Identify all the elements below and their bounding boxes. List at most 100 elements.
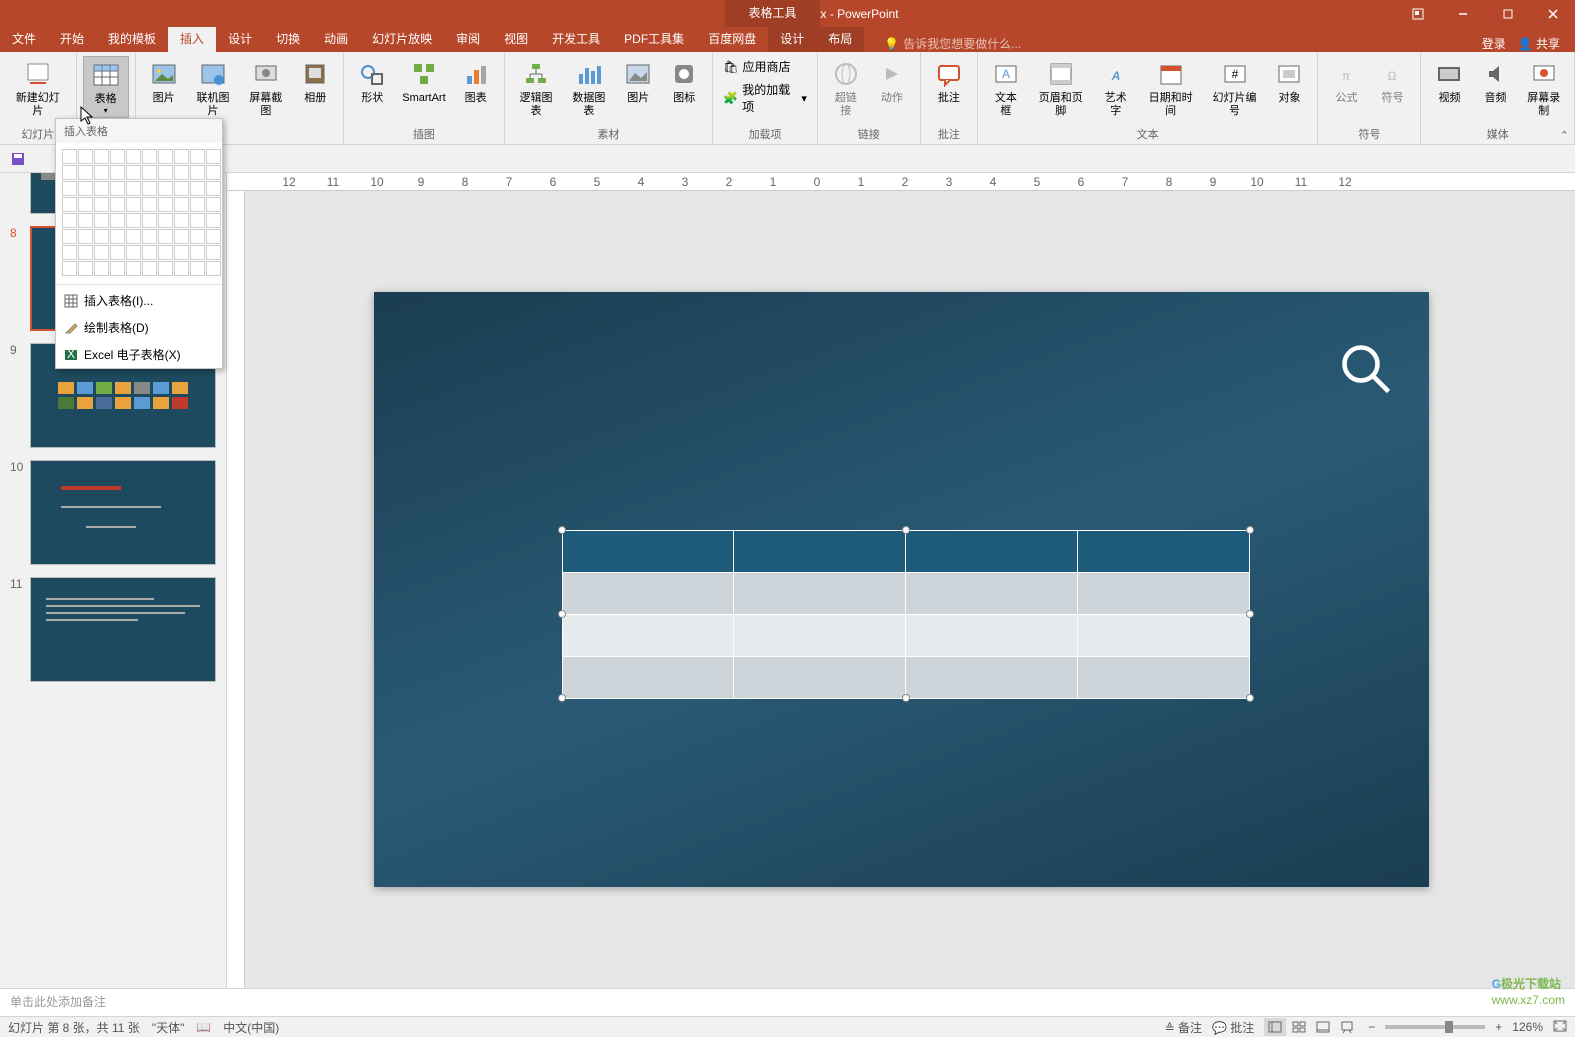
table-grid-cell[interactable] <box>174 181 189 196</box>
table-grid-cell[interactable] <box>190 181 205 196</box>
table-size-grid[interactable] <box>56 143 222 282</box>
comment-button[interactable]: 批注 <box>927 56 971 107</box>
table-grid-cell[interactable] <box>126 181 141 196</box>
table-grid-cell[interactable] <box>78 229 93 244</box>
sorter-view-button[interactable] <box>1288 1018 1310 1036</box>
table-grid-cell[interactable] <box>206 181 221 196</box>
table-grid-cell[interactable] <box>142 245 157 260</box>
table-grid-cell[interactable] <box>190 213 205 228</box>
table-grid-cell[interactable] <box>142 197 157 212</box>
table-grid-cell[interactable] <box>142 261 157 276</box>
new-slide-button[interactable]: 新建幻灯片 <box>6 56 70 120</box>
table-grid-cell[interactable] <box>206 229 221 244</box>
table-grid-cell[interactable] <box>174 165 189 180</box>
table-grid-cell[interactable] <box>94 229 109 244</box>
table-grid-cell[interactable] <box>206 245 221 260</box>
table-grid-cell[interactable] <box>78 261 93 276</box>
video-button[interactable]: 视频 <box>1427 56 1471 107</box>
tell-me-search[interactable]: 💡 告诉我您想要做什么... <box>884 35 1021 52</box>
slideshow-view-button[interactable] <box>1336 1018 1358 1036</box>
comments-toggle[interactable]: 💬 批注 <box>1212 1019 1254 1036</box>
symbol-button[interactable]: Ω符号 <box>1370 56 1414 107</box>
online-picture-button[interactable]: 联机图片 <box>188 56 239 120</box>
header-footer-button[interactable]: 页眉和页脚 <box>1030 56 1092 120</box>
table-grid-cell[interactable] <box>206 165 221 180</box>
zoom-level[interactable]: 126% <box>1512 1020 1543 1034</box>
table-grid-cell[interactable] <box>142 229 157 244</box>
data-chart-button[interactable]: 数据图表 <box>563 56 614 120</box>
thumbnail-10[interactable]: 10 <box>0 454 226 571</box>
table-grid-cell[interactable] <box>78 197 93 212</box>
equation-button[interactable]: π公式 <box>1324 56 1368 107</box>
table-grid-cell[interactable] <box>142 165 157 180</box>
table-grid-cell[interactable] <box>94 261 109 276</box>
collapse-ribbon-button[interactable]: ⌃ <box>1560 129 1569 142</box>
table-grid-cell[interactable] <box>126 165 141 180</box>
table-grid-cell[interactable] <box>158 149 173 164</box>
tab-table-layout[interactable]: 布局 <box>816 27 864 52</box>
tab-baidu[interactable]: 百度网盘 <box>696 27 768 52</box>
table-grid-cell[interactable] <box>62 229 77 244</box>
notes-toggle[interactable]: ≙ 备注 <box>1165 1019 1202 1036</box>
table-grid-cell[interactable] <box>206 213 221 228</box>
table-grid-cell[interactable] <box>126 261 141 276</box>
app-store-button[interactable]: 🛍应用商店 <box>719 56 811 77</box>
table-grid-cell[interactable] <box>94 245 109 260</box>
table-grid-cell[interactable] <box>158 229 173 244</box>
table-grid-cell[interactable] <box>110 245 125 260</box>
table-grid-cell[interactable] <box>110 229 125 244</box>
tab-transitions[interactable]: 切换 <box>264 27 312 52</box>
table-grid-cell[interactable] <box>190 245 205 260</box>
logic-chart-button[interactable]: 逻辑图表 <box>511 56 562 120</box>
table-grid-cell[interactable] <box>174 149 189 164</box>
tab-file[interactable]: 文件 <box>0 27 48 52</box>
table-grid-cell[interactable] <box>158 181 173 196</box>
table-grid-cell[interactable] <box>158 197 173 212</box>
selection-handle[interactable] <box>558 610 566 618</box>
table-grid-cell[interactable] <box>174 229 189 244</box>
photo-album-button[interactable]: 相册 <box>293 56 337 107</box>
table-grid-cell[interactable] <box>190 197 205 212</box>
table-grid-cell[interactable] <box>62 213 77 228</box>
tab-developer[interactable]: 开发工具 <box>540 27 612 52</box>
table-grid-cell[interactable] <box>174 261 189 276</box>
inserted-table[interactable] <box>562 530 1250 699</box>
table-grid-cell[interactable] <box>126 213 141 228</box>
selection-handle[interactable] <box>1246 526 1254 534</box>
tab-home[interactable]: 开始 <box>48 27 96 52</box>
table-grid-cell[interactable] <box>158 245 173 260</box>
table-grid-cell[interactable] <box>94 149 109 164</box>
table-grid-cell[interactable] <box>110 149 125 164</box>
selection-handle[interactable] <box>1246 610 1254 618</box>
textbox-button[interactable]: A文本框 <box>984 56 1028 120</box>
table-grid-cell[interactable] <box>190 229 205 244</box>
table-grid-cell[interactable] <box>110 197 125 212</box>
thumbnail-11[interactable]: 11 <box>0 571 226 688</box>
selection-handle[interactable] <box>558 694 566 702</box>
table-grid-cell[interactable] <box>126 245 141 260</box>
table-grid-cell[interactable] <box>126 149 141 164</box>
selection-handle[interactable] <box>902 694 910 702</box>
table-grid-cell[interactable] <box>190 165 205 180</box>
notes-pane[interactable]: 单击此处添加备注 <box>0 988 1575 1016</box>
table-grid-cell[interactable] <box>94 165 109 180</box>
picture-button[interactable]: 图片 <box>142 56 186 107</box>
tab-review[interactable]: 审阅 <box>444 27 492 52</box>
table-grid-cell[interactable] <box>110 213 125 228</box>
table-grid-cell[interactable] <box>110 165 125 180</box>
fit-to-window-button[interactable] <box>1553 1020 1567 1035</box>
table-grid-cell[interactable] <box>94 213 109 228</box>
shapes-button[interactable]: 形状 <box>350 56 394 107</box>
table-grid-cell[interactable] <box>190 261 205 276</box>
tab-insert[interactable]: 插入 <box>168 27 216 52</box>
table-grid-cell[interactable] <box>94 181 109 196</box>
table-grid-cell[interactable] <box>62 165 77 180</box>
spell-check-icon[interactable]: 📖 <box>196 1020 211 1034</box>
table-grid-cell[interactable] <box>206 197 221 212</box>
screen-recording-button[interactable]: 屏幕录制 <box>1519 56 1568 120</box>
table-grid-cell[interactable] <box>142 181 157 196</box>
normal-view-button[interactable] <box>1264 1018 1286 1036</box>
zoom-out-button[interactable]: − <box>1368 1020 1375 1034</box>
table-grid-cell[interactable] <box>206 149 221 164</box>
draw-table-menu-item[interactable]: 绘制表格(D) <box>56 314 222 341</box>
